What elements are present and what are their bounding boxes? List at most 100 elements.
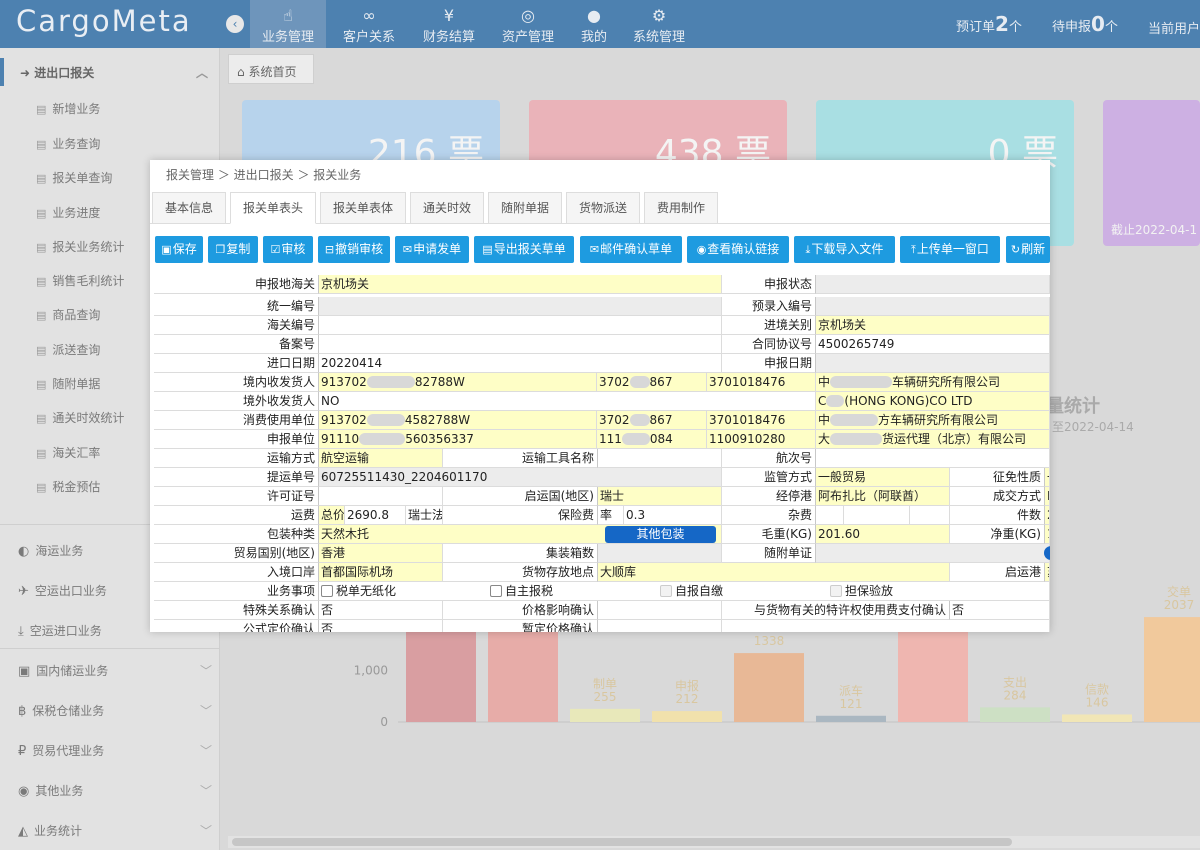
sidebar-group-air-export[interactable]: ✈ 空运出口业务: [18, 582, 107, 599]
tab-declaration-header[interactable]: 报关单表头: [230, 192, 316, 224]
consignee-code2-field[interactable]: 3702 867: [597, 373, 707, 392]
freight-currency-field[interactable]: 瑞士法: [406, 506, 443, 525]
copy-button[interactable]: ❐复制: [208, 236, 258, 263]
transit-field[interactable]: 阿布扎比（阿联酋）: [816, 487, 950, 506]
vehicle-field[interactable]: [598, 449, 722, 468]
tab-delivery[interactable]: 货物派送: [566, 192, 640, 224]
email-confirm-button[interactable]: ✉邮件确认草单: [580, 236, 682, 263]
freight-amount-field[interactable]: 2690.8: [345, 506, 406, 525]
sidebar-group-stats[interactable]: ◭ 业务统计 ﹀: [18, 822, 212, 839]
paperless-tax-checkbox[interactable]: 税单无纸化: [321, 582, 396, 601]
insurance-value-field[interactable]: 0.3: [624, 506, 722, 525]
entry-port-field[interactable]: 京机场关: [816, 316, 1050, 335]
overseas-name-field[interactable]: C (HONG KONG)CO LTD: [816, 392, 1050, 411]
sidebar-group-air-import[interactable]: ⤓ 空运进口业务: [18, 622, 102, 639]
misc-type-field[interactable]: [816, 506, 844, 525]
tab-attached-docs[interactable]: 随附单据: [488, 192, 562, 224]
sidebar-item[interactable]: ▤ 通关时效统计: [36, 409, 124, 426]
sidebar-item[interactable]: ▤ 海关汇率: [36, 444, 100, 461]
pieces-field[interactable]: 2: [1045, 506, 1050, 525]
revoke-audit-button[interactable]: ⊟撤销审核: [318, 236, 390, 263]
consignee-code-field[interactable]: 913702 82788W: [319, 373, 597, 392]
storage-place-field[interactable]: 大顺库: [598, 563, 950, 582]
entry-place-field[interactable]: 首都国际机场: [319, 563, 443, 582]
sidebar-item[interactable]: ▤ 业务进度: [36, 204, 100, 221]
self-declare-checkbox[interactable]: 自主报税: [490, 582, 553, 601]
consignee-code3-field[interactable]: 3701018476: [707, 373, 816, 392]
sidebar-item[interactable]: ▤ 业务查询: [36, 135, 100, 152]
sidebar-item[interactable]: ▤ 报关业务统计: [36, 238, 124, 255]
consignee-name-field[interactable]: 中车辆研究所有限公司: [816, 373, 1050, 392]
tab-fees[interactable]: 费用制作: [644, 192, 718, 224]
tab-basic-info[interactable]: 基本信息: [152, 192, 226, 224]
sidebar-item[interactable]: ▤ 销售毛利统计: [36, 272, 124, 289]
transport-field[interactable]: 航空运输: [319, 449, 443, 468]
supervision-field[interactable]: 一般贸易: [816, 468, 950, 487]
nav-item-finance[interactable]: ¥ 财务结算: [410, 0, 488, 48]
sidebar-item[interactable]: ▤ 税金预估: [36, 478, 100, 495]
tab-clearance-time[interactable]: 通关时效: [410, 192, 484, 224]
tab-declaration-body[interactable]: 报关单表体: [320, 192, 406, 224]
price-impact-field[interactable]: [598, 601, 722, 620]
import-date-field[interactable]: 20220414: [319, 354, 722, 373]
royalty-field[interactable]: 否: [950, 601, 1050, 620]
sidebar-item[interactable]: ▤ 新增业务: [36, 100, 100, 117]
deal-field[interactable]: F: [1045, 487, 1050, 506]
view-confirm-link-button[interactable]: ◉查看确认链接: [687, 236, 789, 263]
trade-country-field[interactable]: 香港: [319, 544, 443, 563]
collapse-sidebar-icon[interactable]: ‹: [226, 15, 244, 33]
declarant-code2-field[interactable]: 111 084: [597, 430, 707, 449]
stat-pending[interactable]: 待申报0个: [1052, 12, 1118, 36]
consumer-code2-field[interactable]: 3702 867: [597, 411, 707, 430]
export-draft-button[interactable]: ▤导出报关草单: [474, 236, 574, 263]
sidebar-group-other[interactable]: ◉ 其他业务 ﹀: [18, 782, 212, 799]
apply-send-button[interactable]: ✉申请发单: [395, 236, 469, 263]
special-relation-field[interactable]: 否: [319, 601, 443, 620]
stat-preorders[interactable]: 预订单2个: [956, 12, 1022, 36]
declarant-code3-field[interactable]: 1100910280: [707, 430, 816, 449]
audit-button[interactable]: ☑审核: [263, 236, 313, 263]
customs-no-field[interactable]: [319, 316, 722, 335]
consumer-name-field[interactable]: 中方车辆研究所有限公司: [816, 411, 1050, 430]
current-user[interactable]: 当前用户: [1148, 18, 1200, 37]
save-button[interactable]: ▣保存: [155, 236, 203, 263]
sidebar-item[interactable]: ▤ 商品查询: [36, 306, 100, 323]
sidebar-item[interactable]: ▤ 随附单据: [36, 375, 100, 392]
sidebar-section-customs[interactable]: ➜ 进出口报关 ︿: [0, 54, 220, 90]
upload-single-window-button[interactable]: ⤒上传单一窗口: [900, 236, 1000, 263]
declarant-name-field[interactable]: 大货运代理（北京）有限公司: [816, 430, 1050, 449]
gross-weight-field[interactable]: 201.60: [816, 525, 950, 544]
nav-item-business[interactable]: ☝ 业务管理: [250, 0, 326, 48]
formula-pricing-field[interactable]: 否: [319, 620, 443, 632]
self-pay-checkbox[interactable]: 自报自缴: [660, 582, 723, 601]
sidebar-group-bonded[interactable]: ฿保税仓储业务 ﹀: [18, 702, 212, 719]
departure-port-field[interactable]: 苏: [1045, 563, 1050, 582]
sidebar-group-domestic[interactable]: ▣ 国内储运业务 ﹀: [18, 662, 212, 679]
nav-item-customer[interactable]: ∞ 客户关系: [330, 0, 408, 48]
voyage-field[interactable]: [816, 449, 1050, 468]
origin-field[interactable]: 瑞士: [598, 487, 722, 506]
declarant-code-field[interactable]: 91110 560356337: [319, 430, 597, 449]
download-import-button[interactable]: ⤓下载导入文件: [794, 236, 895, 263]
license-field[interactable]: [319, 487, 443, 506]
overseas-code-field[interactable]: NO: [319, 392, 816, 411]
consumer-code-field[interactable]: 913702 4582788W: [319, 411, 597, 430]
other-pack-button[interactable]: 其他包装: [605, 526, 716, 543]
sidebar-group-trade[interactable]: ₽ 贸易代理业务 ﹀: [18, 742, 212, 759]
record-no-field[interactable]: [319, 335, 722, 354]
sidebar-group-sea[interactable]: ◐ 海运业务: [18, 542, 83, 559]
declare-customs-field[interactable]: 京机场关: [319, 275, 722, 294]
guarantee-release-checkbox[interactable]: 担保验放: [830, 582, 893, 601]
nav-item-mine[interactable]: ● 我的: [570, 0, 618, 48]
net-weight-field[interactable]: 1: [1045, 525, 1050, 544]
sidebar-item[interactable]: ▤ 报关单查询: [36, 169, 112, 186]
refresh-button[interactable]: ↻刷新: [1006, 236, 1050, 263]
tax-nature-field[interactable]: 一: [1045, 468, 1050, 487]
tab-home[interactable]: ⌂ 系统首页: [228, 54, 314, 84]
consumer-code3-field[interactable]: 3701018476: [707, 411, 816, 430]
insurance-type-field[interactable]: 率: [598, 506, 624, 525]
misc-currency-field[interactable]: [910, 506, 950, 525]
nav-item-system[interactable]: ⚙ 系统管理: [622, 0, 696, 48]
horizontal-scrollbar[interactable]: [228, 836, 1200, 848]
contract-no-field[interactable]: 4500265749: [816, 335, 1050, 354]
